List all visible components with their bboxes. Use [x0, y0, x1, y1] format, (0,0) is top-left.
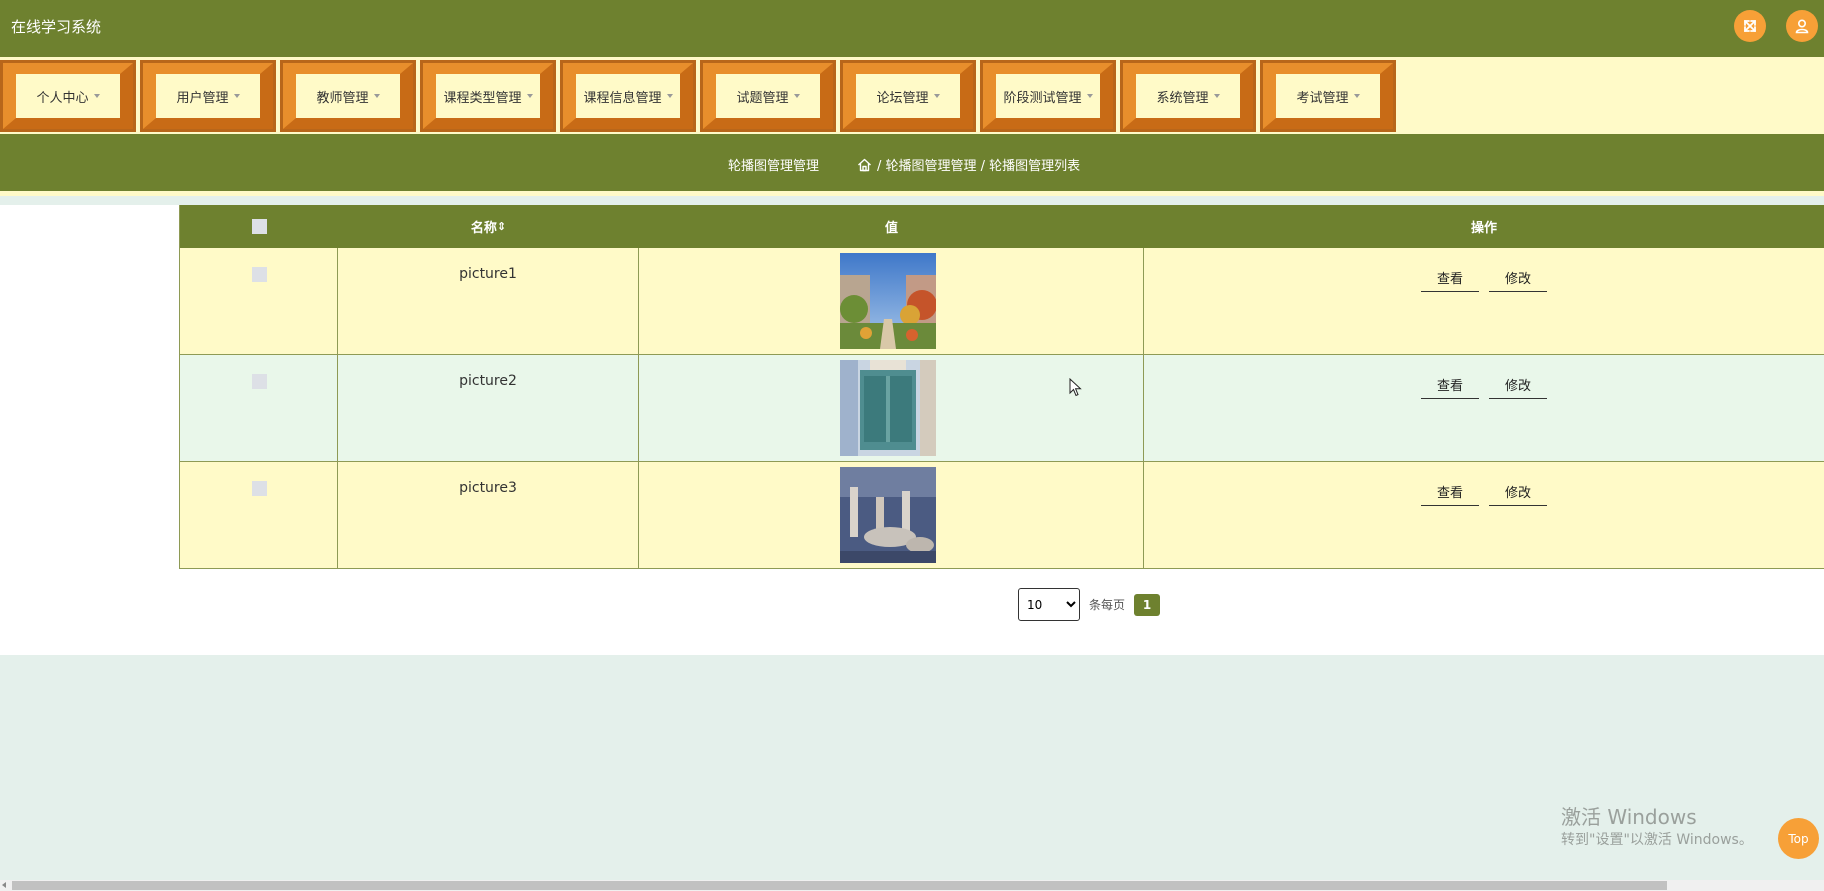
row-checkbox[interactable] [252, 481, 267, 496]
menu-item-exam-management[interactable]: 考试管理 [1260, 60, 1396, 132]
content-panel: 名称 ⇕ 值 操作 picture1 查看 修改 picture2 查看 修改 … [0, 205, 1824, 655]
page-button-current[interactable]: 1 [1134, 593, 1161, 616]
menu-item-label: 考试管理 [1296, 90, 1349, 106]
row-name: picture1 [459, 266, 517, 282]
banner-table: 名称 ⇕ 值 操作 picture1 查看 修改 picture2 查看 修改 … [179, 205, 1824, 569]
per-page-label: 条每页 [1089, 598, 1126, 612]
thumbnail-image [840, 467, 936, 563]
row-name: picture3 [459, 480, 517, 496]
edit-button[interactable]: 修改 [1489, 264, 1547, 292]
menu-item-system-management[interactable]: 系统管理 [1120, 60, 1256, 132]
expand-arrows-icon [1744, 20, 1756, 32]
caret-down-icon [373, 94, 380, 98]
scroll-left-icon[interactable] [2, 882, 6, 888]
breadcrumb-path: / 轮播图管理管理 / 轮播图管理列表 [877, 159, 1081, 174]
menu-item-personal-center[interactable]: 个人中心 [0, 60, 136, 132]
view-button[interactable]: 查看 [1421, 371, 1479, 399]
menu-item-label: 教师管理 [316, 90, 369, 106]
caret-down-icon [933, 94, 940, 98]
menu-item-label: 用户管理 [176, 90, 229, 106]
table-header: 名称 ⇕ 值 操作 [180, 205, 1824, 248]
caret-down-icon [1213, 94, 1220, 98]
page-size-select[interactable]: 10 [1018, 588, 1080, 621]
menu-item-label: 阶段测试管理 [1003, 90, 1082, 106]
menu-item-stage-test-management[interactable]: 阶段测试管理 [980, 60, 1116, 132]
row-checkbox[interactable] [252, 374, 267, 389]
row-name: picture2 [459, 373, 517, 389]
pagination: 10 条每页 1 [1018, 588, 1161, 621]
thumbnail-image [840, 253, 936, 349]
menu-item-user-management[interactable]: 用户管理 [140, 60, 276, 132]
caret-down-icon [233, 94, 240, 98]
breadcrumb-bar: 轮播图管理管理 / 轮播图管理管理 / 轮播图管理列表 [0, 134, 1824, 191]
horizontal-scrollbar[interactable] [0, 880, 1824, 891]
menu-item-course-type-management[interactable]: 课程类型管理 [420, 60, 556, 132]
table-row: picture1 查看 修改 [180, 248, 1824, 355]
column-header-value: 值 [884, 221, 898, 236]
menu-item-label: 课程信息管理 [583, 90, 662, 106]
menu-item-label: 课程类型管理 [443, 90, 522, 106]
app-title: 在线学习系统 [11, 18, 102, 36]
menu-item-course-info-management[interactable]: 课程信息管理 [560, 60, 696, 132]
menu-item-label: 系统管理 [1156, 90, 1209, 106]
fullscreen-button[interactable] [1734, 10, 1766, 42]
user-menu-button[interactable] [1786, 10, 1818, 42]
activation-watermark-hint: 转到"设置"以激活 Windows。 [1561, 832, 1753, 848]
caret-down-icon [1353, 94, 1360, 98]
breadcrumb: / 轮播图管理管理 / 轮播图管理列表 [857, 155, 1080, 174]
menu-item-question-management[interactable]: 试题管理 [700, 60, 836, 132]
caret-down-icon [93, 94, 100, 98]
row-checkbox[interactable] [252, 267, 267, 282]
column-header-name[interactable]: 名称 ⇕ [338, 205, 639, 248]
menu-item-forum-management[interactable]: 论坛管理 [840, 60, 976, 132]
select-all-checkbox[interactable] [251, 219, 267, 234]
caret-down-icon [666, 94, 673, 98]
view-button[interactable]: 查看 [1421, 264, 1479, 292]
activation-watermark-title: 激活 Windows [1561, 805, 1697, 829]
main-menu: 个人中心 用户管理 教师管理 课程类型管理 课程信息管理 试题管理 论坛管理 阶… [0, 57, 1824, 134]
edit-button[interactable]: 修改 [1489, 478, 1547, 506]
caret-down-icon [793, 94, 800, 98]
menu-item-label: 论坛管理 [876, 90, 929, 106]
home-icon[interactable] [857, 158, 872, 172]
edit-button[interactable]: 修改 [1489, 371, 1547, 399]
user-icon [1795, 19, 1809, 34]
menu-item-label: 个人中心 [36, 90, 89, 106]
view-button[interactable]: 查看 [1421, 478, 1479, 506]
divider-strip [0, 191, 1824, 196]
menu-item-teacher-management[interactable]: 教师管理 [280, 60, 416, 132]
caret-down-icon [526, 94, 533, 98]
table-row: picture2 查看 修改 [180, 355, 1824, 462]
caret-down-icon [1086, 94, 1093, 98]
menu-item-label: 试题管理 [736, 90, 789, 106]
column-header-actions: 操作 [1470, 221, 1497, 236]
sort-icon: ⇕ [496, 220, 507, 233]
scrollbar-thumb[interactable] [12, 881, 1667, 890]
back-to-top-button[interactable]: Top [1778, 818, 1819, 859]
table-row: picture3 查看 修改 [180, 462, 1824, 569]
thumbnail-image [840, 360, 936, 456]
mouse-cursor-icon [1069, 378, 1082, 397]
page-title: 轮播图管理管理 [728, 159, 820, 174]
top-header: 在线学习系统 [0, 0, 1824, 57]
